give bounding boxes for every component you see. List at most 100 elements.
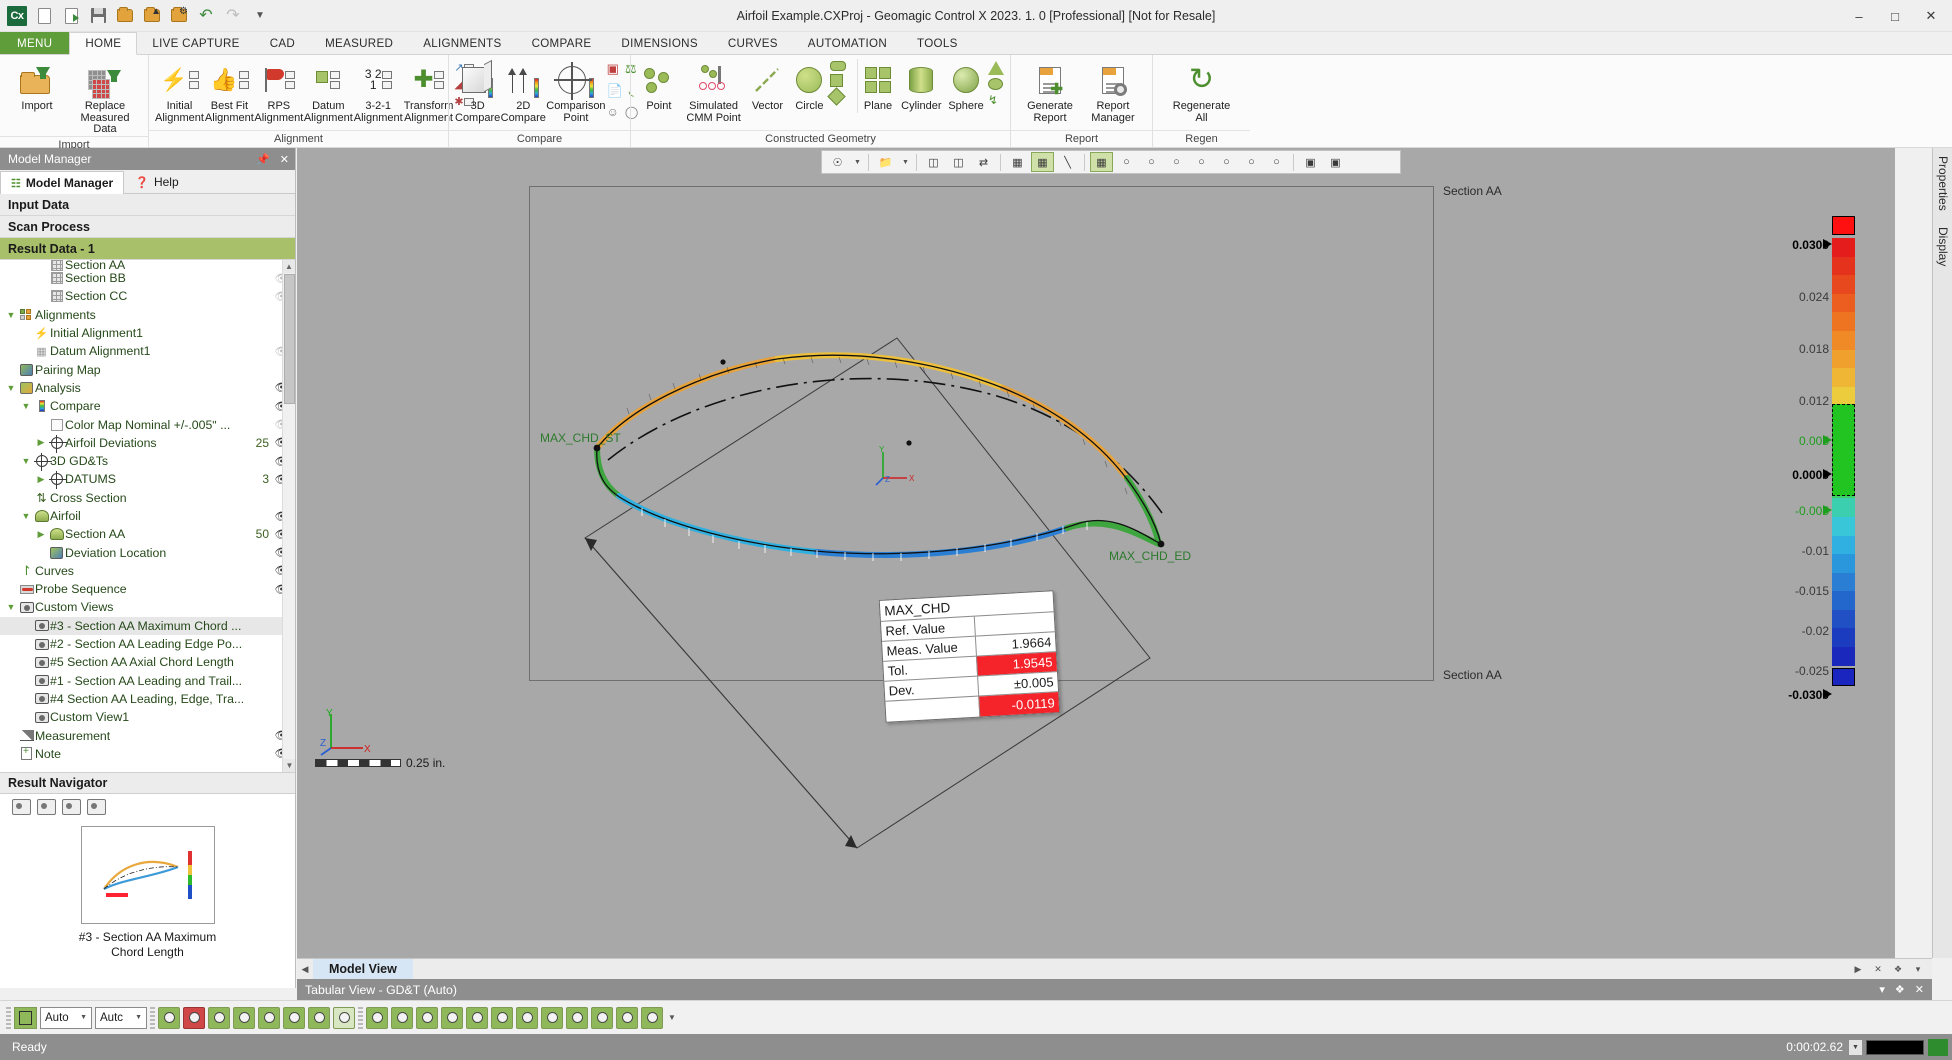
datum-alignment-button[interactable]: Datum Alignment: [304, 59, 353, 124]
tree-item[interactable]: ↾Curves👁: [0, 562, 295, 580]
toolbar-grip-2[interactable]: [150, 1006, 155, 1029]
split-view-icon[interactable]: ◫: [947, 152, 970, 172]
tree-item[interactable]: Section AA: [0, 260, 295, 272]
initial-alignment-button[interactable]: ⚡ Initial Alignment: [155, 59, 204, 124]
tree-twisty-icon[interactable]: ▼: [4, 602, 18, 612]
tree-twisty-icon[interactable]: ▼: [4, 310, 18, 320]
arrows-point-icon[interactable]: [283, 1006, 305, 1029]
close-icon[interactable]: ✕: [280, 153, 289, 166]
section-scan-process[interactable]: Scan Process: [0, 216, 295, 238]
whisker-dim-icon[interactable]: [333, 1006, 355, 1029]
shell-icon[interactable]: [441, 1006, 463, 1029]
nav-view-4-button[interactable]: [87, 799, 106, 815]
tab-display[interactable]: Display: [1933, 219, 1952, 274]
plane-button[interactable]: Plane: [857, 59, 897, 113]
tree-item[interactable]: Section CC👁: [0, 287, 295, 305]
line-icon[interactable]: ╲: [1056, 152, 1079, 172]
tab-alignments[interactable]: ALIGNMENTS: [408, 32, 516, 54]
tab-home[interactable]: HOME: [69, 32, 138, 55]
three-two-one-alignment-button[interactable]: 3 21 3-2-1 Alignment: [354, 59, 403, 124]
tabular-view-close-icon[interactable]: ✕: [1915, 983, 1924, 996]
pointer-icon[interactable]: 📁: [874, 152, 897, 172]
tree-item[interactable]: ▼Analysis👁: [0, 379, 295, 397]
auto-mode-2-select[interactable]: Autc ▼: [95, 1006, 147, 1029]
tree-item[interactable]: ▶DATUMS3👁: [0, 470, 295, 490]
customize-qat-button[interactable]: ▼: [249, 5, 271, 27]
2d-compare-button[interactable]: 2D Compare: [501, 59, 546, 124]
tree-twisty-icon[interactable]: ▶: [34, 529, 48, 540]
regenerate-all-button[interactable]: ↻ Regenerate All: [1162, 59, 1242, 124]
shade-icon-7[interactable]: ○: [1265, 152, 1288, 172]
color-bar-marker[interactable]: [1823, 469, 1832, 479]
tree-twisty-icon[interactable]: ▼: [19, 456, 33, 466]
axis-icon[interactable]: [591, 1006, 613, 1029]
tab-properties[interactable]: Properties: [1933, 148, 1952, 219]
color-grid-icon[interactable]: ▦: [1031, 152, 1054, 172]
target-point-icon[interactable]: [258, 1006, 280, 1029]
tabular-view-float-icon[interactable]: ❖: [1895, 983, 1905, 996]
import-ribbon-button[interactable]: Import: [6, 59, 68, 113]
nav-view-2-button[interactable]: [37, 799, 56, 815]
tree-item[interactable]: #5 Section AA Axial Chord Length: [0, 653, 295, 671]
rainbow-point-icon[interactable]: [233, 1006, 255, 1029]
tab-automation[interactable]: AUTOMATION: [793, 32, 902, 54]
section-view-icon[interactable]: ◫: [922, 152, 945, 172]
color-bar-marker[interactable]: [1823, 689, 1832, 699]
plane-small-icon[interactable]: [541, 1006, 563, 1029]
shade-icon-2[interactable]: ○: [1140, 152, 1163, 172]
tree-item[interactable]: ▼Airfoil👁: [0, 507, 295, 525]
toolbar-grip-1[interactable]: [6, 1006, 11, 1029]
datum-grid-icon[interactable]: [183, 1006, 205, 1029]
frame-display-icon[interactable]: [14, 1006, 37, 1029]
color-bar-marker[interactable]: [1823, 435, 1832, 445]
tree-item[interactable]: ⇅ Cross Section: [0, 489, 295, 507]
shade-icon-1[interactable]: ○: [1115, 152, 1138, 172]
tab-model-view[interactable]: Model View: [313, 959, 413, 979]
tab-tools[interactable]: TOOLS: [902, 32, 973, 54]
nav-view-3-button[interactable]: [62, 799, 81, 815]
folder-settings-button[interactable]: ⚙: [168, 5, 190, 27]
transform-alignment-button[interactable]: ✚ Transform Alignment: [404, 59, 454, 124]
tree-item[interactable]: Probe Sequence👁: [0, 580, 295, 598]
scroll-down-arrow[interactable]: ▼: [283, 759, 295, 772]
auto-mode-1-select[interactable]: Auto ▼: [40, 1006, 92, 1029]
tree-item[interactable]: ▶Airfoil Deviations25👁: [0, 434, 295, 453]
scroll-up-arrow[interactable]: ▲: [283, 260, 295, 273]
doc-tabs-left-arrow-icon[interactable]: ◀: [297, 964, 313, 975]
tree-item[interactable]: ▼ Alignments: [0, 306, 295, 324]
simulated-cmm-point-button[interactable]: Simulated CMM Point: [682, 59, 746, 124]
flip-view-icon[interactable]: ⇄: [972, 152, 995, 172]
tree-item[interactable]: ▦Datum Alignment1👁: [0, 342, 295, 360]
redo-button[interactable]: ↷: [222, 5, 244, 27]
solid-icon[interactable]: [416, 1006, 438, 1029]
import-button[interactable]: [60, 5, 82, 27]
ruler-icon[interactable]: [616, 1006, 638, 1029]
restore-button[interactable]: □: [1878, 3, 1912, 29]
tree-item[interactable]: Note👁: [0, 745, 295, 763]
tab-live-capture[interactable]: LIVE CAPTURE: [137, 32, 254, 54]
tree-item[interactable]: Custom View1: [0, 708, 295, 726]
shade-icon-3[interactable]: ○: [1165, 152, 1188, 172]
comparison-point-button[interactable]: Comparison Point: [546, 59, 606, 124]
pick-dropdown-chevron-down-icon[interactable]: ▼: [899, 152, 911, 172]
new-document-button[interactable]: [33, 5, 55, 27]
scroll-thumb[interactable]: [284, 274, 295, 404]
model-tree[interactable]: Section AASection BB👁Section CC👁▼Alignme…: [0, 260, 295, 772]
tree-twisty-icon[interactable]: ▶: [34, 474, 48, 485]
tree-item[interactable]: Measurement👁: [0, 726, 295, 744]
undo-button[interactable]: ↶: [195, 5, 217, 27]
point-button[interactable]: Point: [637, 59, 681, 113]
circle-small-icon[interactable]: [516, 1006, 538, 1029]
point-small-icon[interactable]: [491, 1006, 513, 1029]
tree-twisty-icon[interactable]: ▼: [4, 383, 18, 393]
minimize-button[interactable]: –: [1842, 3, 1876, 29]
tree-item[interactable]: ▼Compare👁: [0, 397, 295, 415]
toolbar-overflow-chevron-down-icon[interactable]: ▼: [668, 1013, 676, 1022]
toolbar-grip-3[interactable]: [358, 1006, 363, 1029]
whisker-icon[interactable]: [308, 1006, 330, 1029]
tree-item[interactable]: ▼ Custom Views: [0, 598, 295, 616]
section-input-data[interactable]: Input Data: [0, 194, 295, 216]
deviation-color-icon[interactable]: [158, 1006, 180, 1029]
generate-report-button[interactable]: ✚ Generate Report: [1019, 59, 1081, 124]
tab-menu[interactable]: MENU: [0, 32, 70, 54]
